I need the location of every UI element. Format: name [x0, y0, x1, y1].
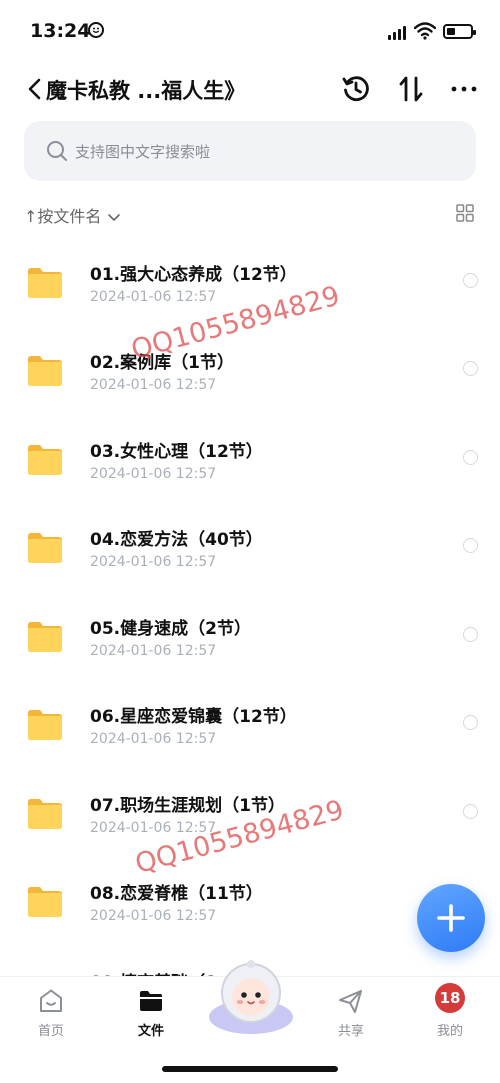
- file-date: 2024-01-06 12:57: [90, 377, 217, 393]
- select-radio[interactable]: [463, 450, 478, 465]
- page-title: 魔卡私教 ...福人生》: [46, 79, 246, 103]
- tab-label: 首页: [37, 1024, 64, 1039]
- file-item[interactable]: 04.恋爱方法（40节） 2024-01-06 12:57: [0, 501, 500, 589]
- file-name: 07.职场生涯规划（1节）: [90, 796, 285, 816]
- file-item[interactable]: 06.星座恋爱锦囊（12节） 2024-01-06 12:57: [0, 678, 500, 766]
- select-radio[interactable]: [463, 273, 478, 288]
- folder-icon: [28, 622, 62, 652]
- sort-toggle-icon[interactable]: [396, 74, 426, 104]
- sort-button[interactable]: ↑按文件名: [24, 203, 121, 227]
- nav-bar: 魔卡私教 ...福人生》: [0, 66, 500, 112]
- select-radio[interactable]: [463, 627, 478, 642]
- sort-arrow-icon: ↑: [24, 207, 38, 226]
- plus-icon: [437, 904, 465, 932]
- file-name: 04.恋爱方法（40节）: [90, 530, 263, 550]
- tab-home[interactable]: 首页: [16, 977, 86, 1047]
- select-radio[interactable]: [463, 538, 478, 553]
- history-icon[interactable]: [341, 74, 371, 104]
- file-name: 09.情商基础（1: [90, 968, 217, 976]
- file-name: 01.强大心态养成（12节）: [90, 265, 297, 285]
- battery-icon: [443, 24, 476, 39]
- file-item[interactable]: 02.案例库（1节） 2024-01-06 12:57: [0, 324, 500, 412]
- file-date: 2024-01-06 12:57: [90, 643, 217, 659]
- folder-icon: [28, 533, 62, 563]
- file-item[interactable]: 05.健身速成（2节） 2024-01-06 12:57: [0, 590, 500, 678]
- smile-icon: [88, 22, 104, 38]
- status-time: 13:24: [30, 20, 91, 42]
- folder-icon: [28, 445, 62, 475]
- tab-profile[interactable]: 18 我的: [415, 977, 485, 1047]
- file-list: 01.强大心态养成（12节） 2024-01-06 12:57 02.案例库（1…: [0, 236, 500, 976]
- share-icon: [339, 990, 362, 1013]
- file-name: 06.星座恋爱锦囊（12节）: [90, 707, 297, 727]
- signal-icon: [388, 26, 406, 40]
- search-icon: [47, 141, 67, 161]
- tab-files[interactable]: 文件: [116, 977, 186, 1047]
- file-date: 2024-01-06 12:57: [90, 731, 217, 747]
- folder-icon: [28, 356, 62, 386]
- add-button[interactable]: [417, 884, 485, 952]
- home-icon: [40, 989, 62, 1012]
- folder-icon: [28, 710, 62, 740]
- wifi-icon: [414, 22, 436, 40]
- mascot-icon[interactable]: [206, 955, 296, 1037]
- tab-share[interactable]: 共享: [316, 977, 386, 1047]
- select-radio[interactable]: [463, 715, 478, 730]
- tab-label: 共享: [337, 1024, 364, 1039]
- file-date: 2024-01-06 12:57: [90, 908, 217, 924]
- search-input[interactable]: 支持图中文字搜索啦: [24, 121, 476, 181]
- tab-label: 我的: [436, 1024, 463, 1039]
- more-icon[interactable]: [449, 74, 479, 104]
- select-radio[interactable]: [463, 804, 478, 819]
- file-date: 2024-01-06 12:57: [90, 554, 217, 570]
- select-radio[interactable]: [463, 361, 478, 376]
- status-bar: 13:24: [0, 0, 500, 60]
- tab-label: 文件: [137, 1024, 164, 1039]
- avatar: 18: [435, 983, 465, 1013]
- home-indicator: [162, 1066, 338, 1072]
- chevron-down-icon: [107, 213, 120, 221]
- file-date: 2024-01-06 12:57: [90, 466, 217, 482]
- folder-icon: [28, 268, 62, 298]
- file-item[interactable]: 03.女性心理（12节） 2024-01-06 12:57: [0, 413, 500, 501]
- folder-icon: [28, 799, 62, 829]
- file-date: 2024-01-06 12:57: [90, 289, 217, 305]
- folder-icon: [140, 991, 162, 1011]
- grid-view-icon[interactable]: [456, 204, 474, 222]
- folder-icon: [28, 887, 62, 917]
- sort-label: 按文件名: [37, 207, 102, 226]
- sort-row: ↑按文件名: [24, 200, 476, 228]
- back-icon[interactable]: [24, 74, 46, 104]
- file-name: 03.女性心理（12节）: [90, 442, 263, 462]
- file-name: 08.恋爱脊椎（11节）: [90, 884, 263, 904]
- file-name: 05.健身速成（2节）: [90, 619, 251, 639]
- search-placeholder: 支持图中文字搜索啦: [75, 143, 211, 161]
